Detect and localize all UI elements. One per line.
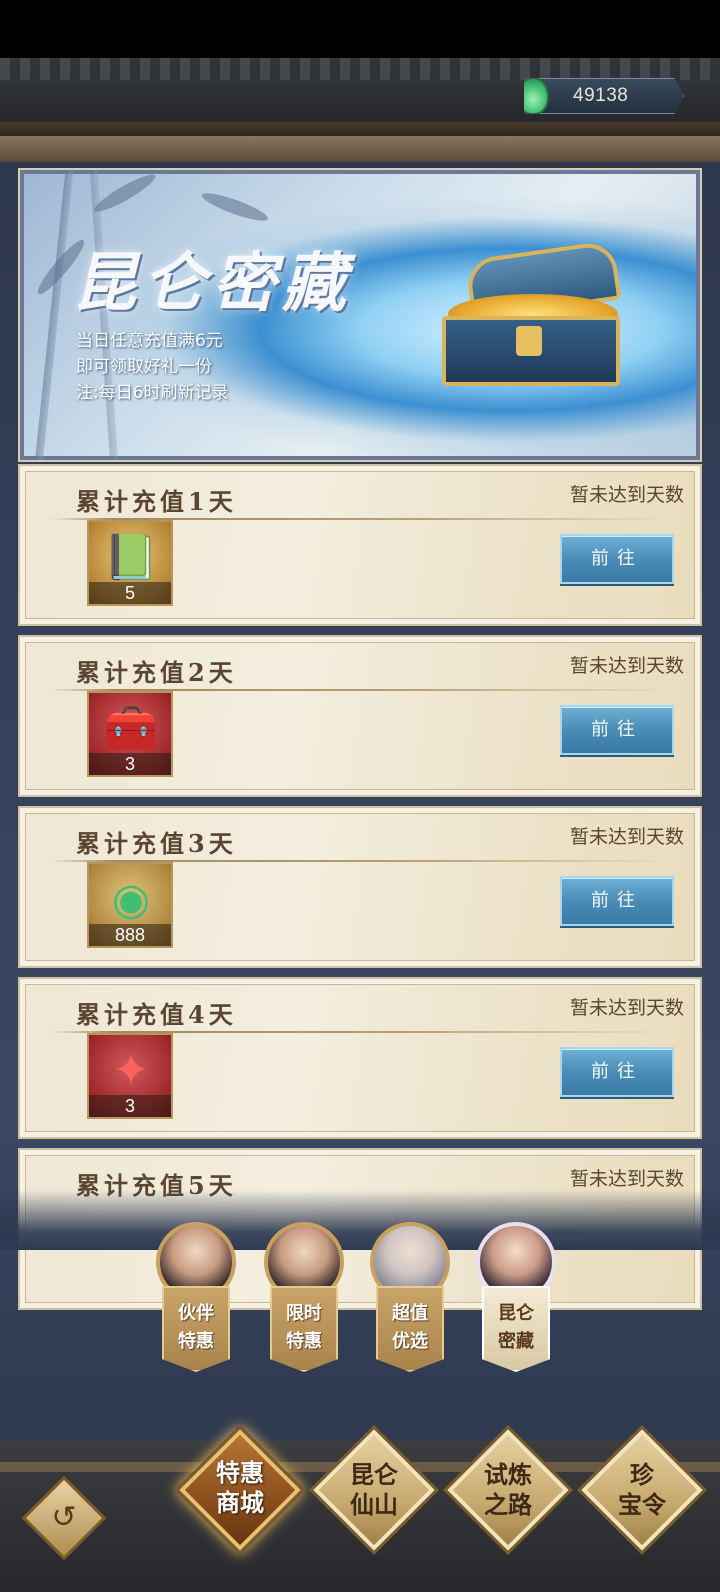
reward-status: 暂未达到天数 [569, 1168, 684, 1190]
banner-line-3: 注:每日6时刷新记录 [76, 383, 229, 403]
chest-icon: 🧰 [103, 703, 159, 754]
item-count: 888 [89, 924, 171, 946]
tab-label-line2: 商城 [216, 1488, 264, 1517]
top-bar: 49138 [0, 58, 720, 136]
reward-item[interactable]: ◉ 888 [87, 862, 173, 948]
item-count: 5 [89, 582, 171, 604]
roof-beam [0, 122, 720, 136]
subnav-limited-deal[interactable]: 限时 特惠 [260, 1216, 348, 1376]
tab-label-line1: 试炼 [484, 1460, 532, 1489]
book-icon: 📗 [103, 532, 159, 583]
currency-amount: 49138 [573, 85, 629, 106]
reward-title: 累计充值3天 [76, 829, 237, 858]
reward-title: 累计充值1天 [76, 487, 237, 516]
currency-display[interactable]: 49138 [524, 78, 684, 114]
bamboo-decoration [34, 170, 74, 460]
sub-navigation: 伙伴 特惠 限时 特惠 超值 优选 昆仑 密藏 [0, 1216, 720, 1386]
wood-strip [0, 136, 720, 162]
reward-card-day-3: 累计充值3天 暂未达到天数 ◉ 888 前往 [18, 806, 702, 968]
reward-status: 暂未达到天数 [569, 484, 684, 506]
go-button[interactable]: 前往 [560, 876, 674, 926]
subnav-kunlun-treasure[interactable]: 昆仑 密藏 [472, 1216, 560, 1376]
subnav-label-line1: 昆仑 [498, 1303, 534, 1324]
reward-card-day-1: 累计充值1天 暂未达到天数 📗 5 前往 [18, 464, 702, 626]
tab-label-line1: 昆仑 [350, 1460, 398, 1489]
subnav-label: 昆仑 密藏 [482, 1300, 550, 1356]
reward-item[interactable]: 🧰 3 [87, 691, 173, 777]
banner-title: 昆仑密藏 [72, 246, 352, 321]
subnav-label: 限时 特惠 [270, 1300, 338, 1356]
back-arrow-icon: ↺ [51, 1500, 77, 1535]
subnav-partner-deal[interactable]: 伙伴 特惠 [152, 1216, 240, 1376]
reward-status: 暂未达到天数 [569, 655, 684, 677]
banner-line-2: 即可领取好礼一份 [76, 357, 212, 377]
tab-kunlun-mountain-label: 昆仑 仙山 [324, 1460, 424, 1520]
subnav-label-line1: 限时 [286, 1303, 322, 1324]
jade-coin-icon [524, 78, 549, 114]
treasure-chest-image [438, 239, 628, 386]
item-count: 3 [89, 753, 171, 775]
jade-coin-icon: ◉ [111, 874, 151, 925]
subnav-label: 伙伴 特惠 [162, 1300, 230, 1356]
talisman-icon: ✦ [112, 1045, 150, 1096]
subnav-label-line2: 特惠 [178, 1331, 214, 1352]
tab-special-shop-label: 特惠 商城 [190, 1458, 290, 1518]
subnav-value-picks[interactable]: 超值 优选 [366, 1216, 454, 1376]
tab-trial-road-label: 试炼 之路 [458, 1460, 558, 1520]
tab-label-line1: 特惠 [216, 1458, 264, 1487]
reward-status: 暂未达到天数 [569, 826, 684, 848]
go-button[interactable]: 前往 [560, 1047, 674, 1097]
reward-card-day-2: 累计充值2天 暂未达到天数 🧰 3 前往 [18, 635, 702, 797]
tab-label-line2: 之路 [484, 1490, 532, 1519]
subnav-label-line2: 优选 [392, 1331, 428, 1352]
subnav-label-line1: 伙伴 [178, 1303, 214, 1324]
go-button[interactable]: 前往 [560, 534, 674, 584]
tab-treasure-pass-label: 珍 宝令 [592, 1460, 692, 1520]
banner-line-1: 当日任意充值满6元 [76, 331, 223, 351]
reward-item[interactable]: ✦ 3 [87, 1033, 173, 1119]
leaf-decoration [199, 188, 271, 226]
roof-eave [0, 58, 720, 80]
subnav-label-line2: 特惠 [286, 1331, 322, 1352]
subnav-label-line1: 超值 [392, 1303, 428, 1324]
subnav-label: 超值 优选 [376, 1300, 444, 1356]
leaf-decoration [91, 170, 159, 217]
go-button[interactable]: 前往 [560, 705, 674, 755]
reward-card-day-4: 累计充值4天 暂未达到天数 ✦ 3 前往 [18, 977, 702, 1139]
tab-label-line2: 宝令 [618, 1490, 666, 1519]
tab-label-line1: 珍 [630, 1460, 654, 1489]
status-bar [0, 0, 720, 58]
reward-item[interactable]: 📗 5 [87, 520, 173, 606]
event-banner: 昆仑密藏 当日任意充值满6元 即可领取好礼一份 注:每日6时刷新记录 [18, 168, 702, 462]
reward-status: 暂未达到天数 [569, 997, 684, 1019]
tab-label-line2: 仙山 [350, 1490, 398, 1519]
item-count: 3 [89, 1095, 171, 1117]
subnav-label-line2: 密藏 [498, 1331, 534, 1352]
reward-title: 累计充值2天 [76, 658, 237, 687]
reward-title: 累计充值4天 [76, 1000, 237, 1029]
